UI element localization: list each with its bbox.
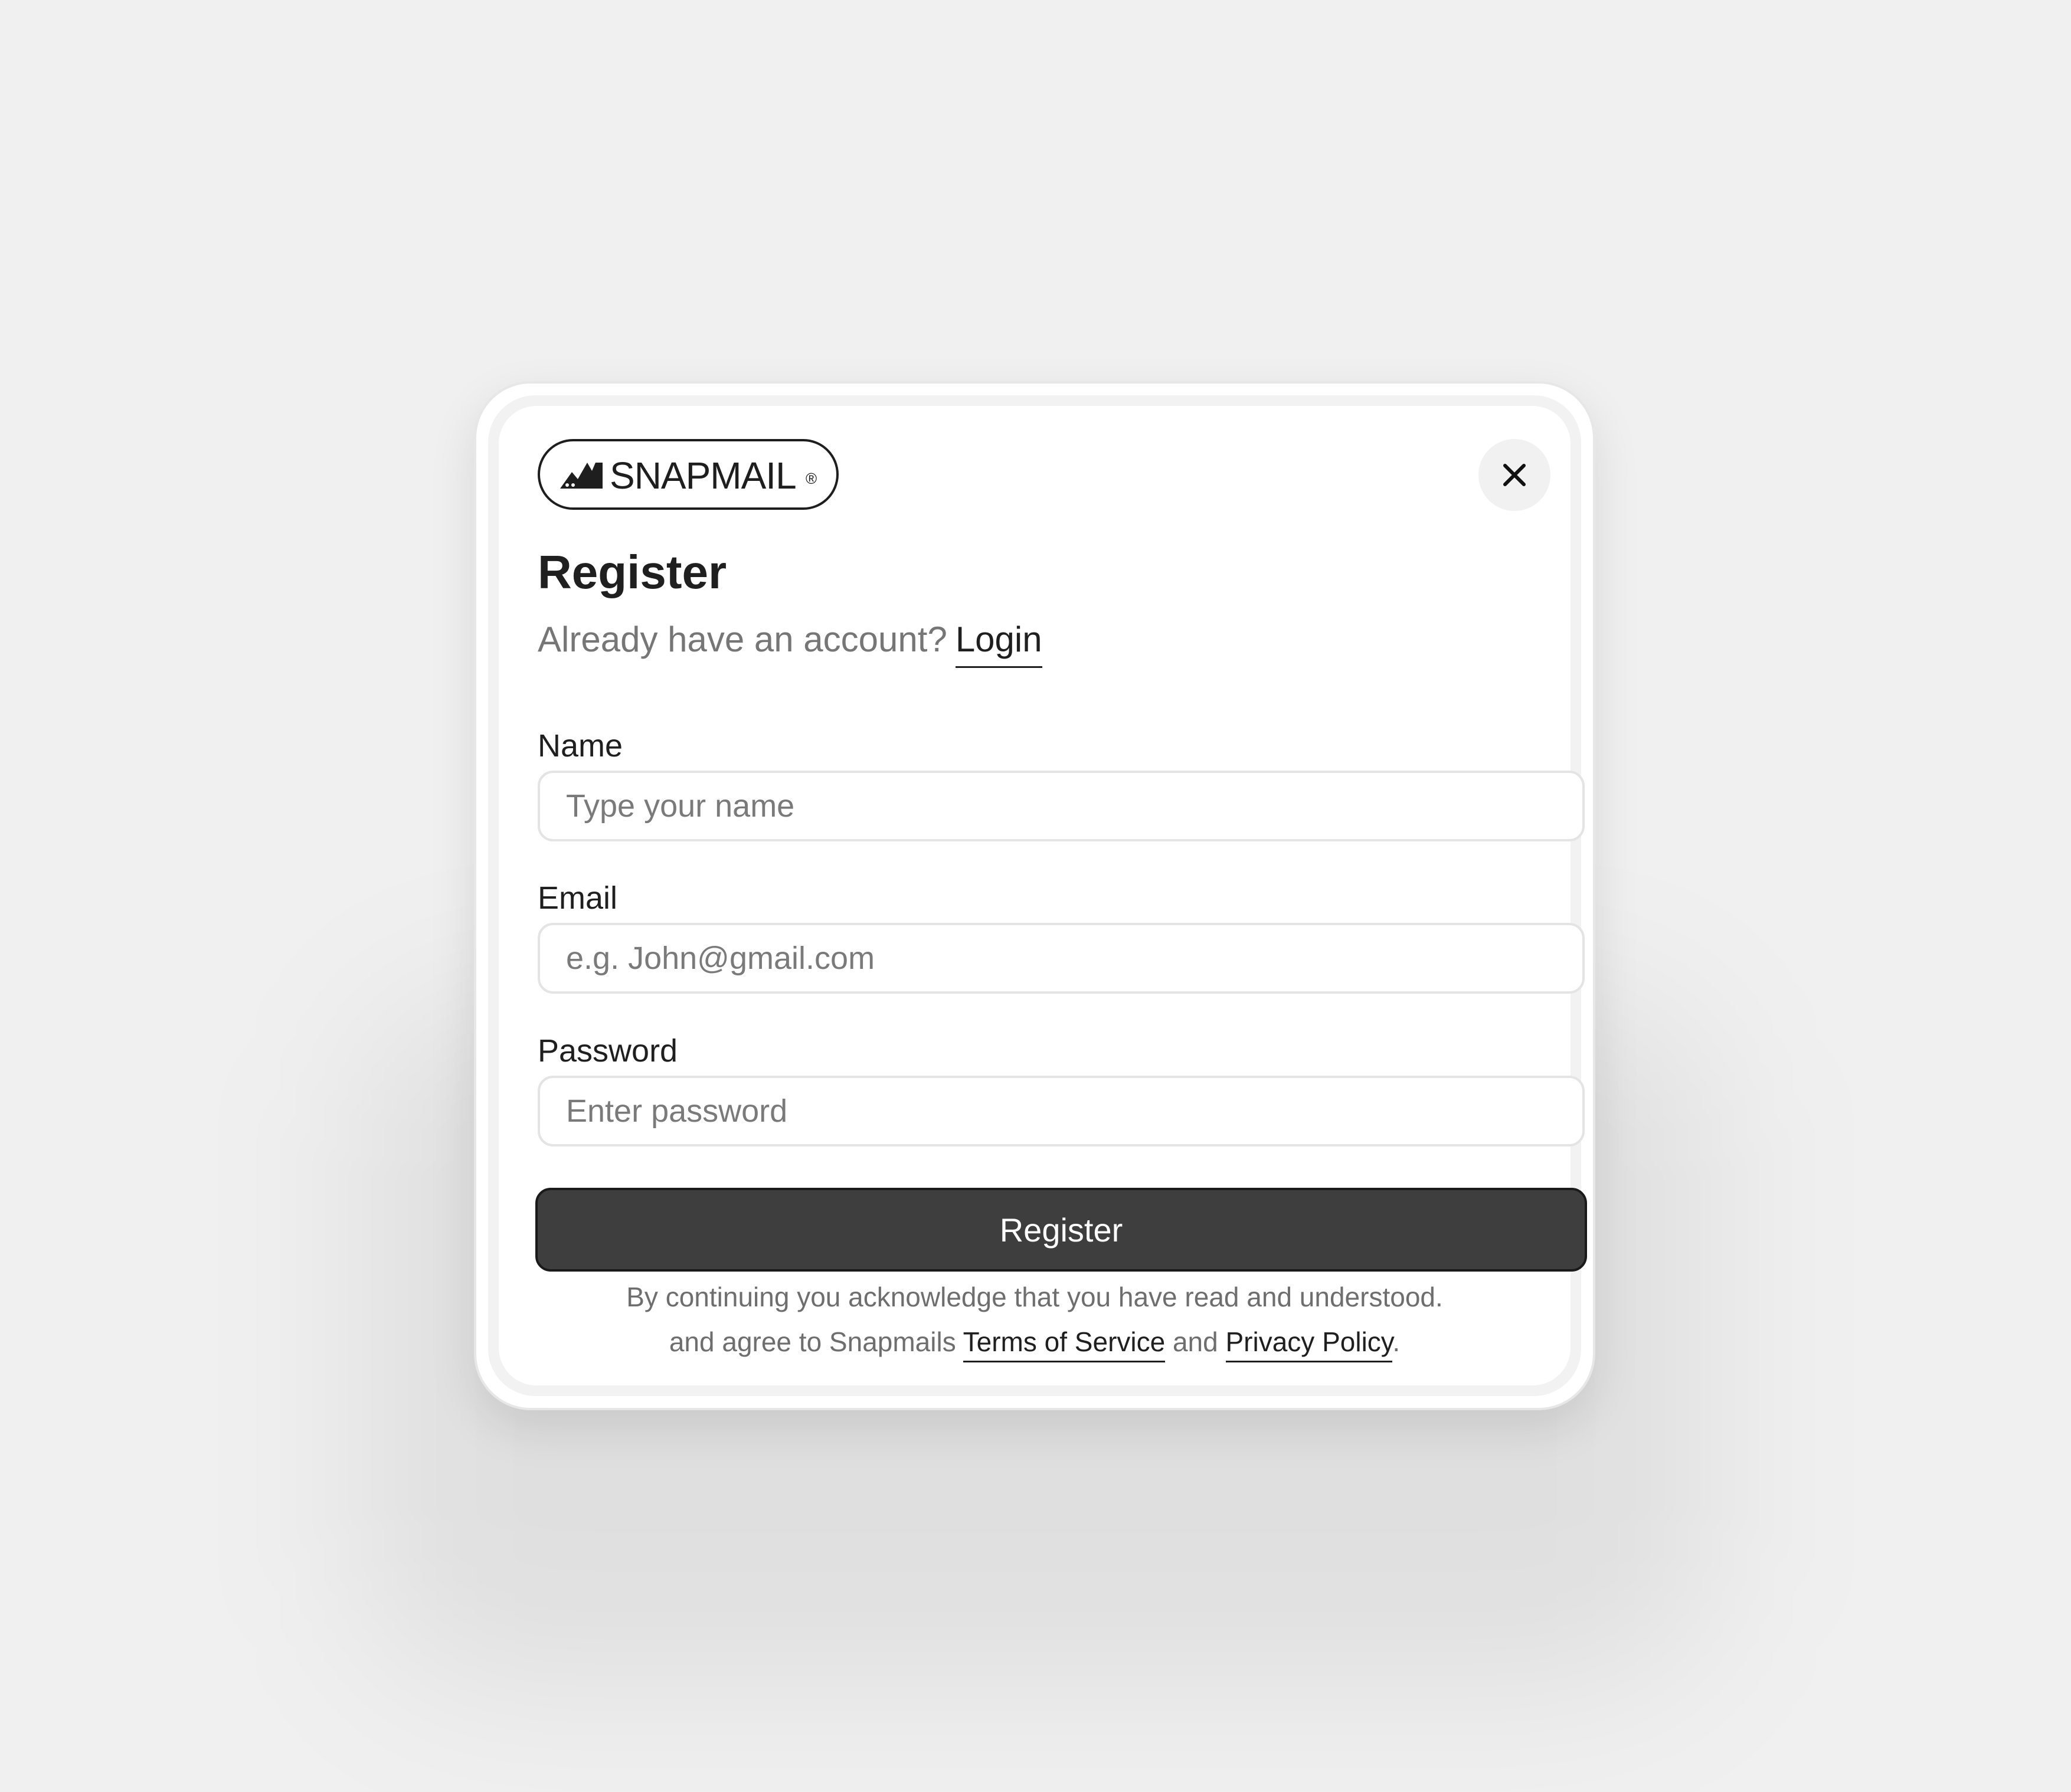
name-label: Name	[538, 728, 623, 764]
modal-content: SNAPMAIL ® Register Already have an acco…	[499, 406, 1587, 1385]
legal-prefix: and agree to Snapmails	[669, 1326, 956, 1357]
brand-name: SNAPMAIL	[610, 454, 797, 497]
name-input[interactable]	[538, 771, 1585, 841]
register-button[interactable]: Register	[535, 1188, 1587, 1272]
legal-suffix: .	[1392, 1326, 1401, 1357]
modal-frame: SNAPMAIL ® Register Already have an acco…	[488, 395, 1587, 1396]
login-prompt-text: Already have an account?	[538, 620, 947, 659]
close-icon	[1503, 464, 1526, 486]
legal-notice-line2: and agree to Snapmails Terms of Service …	[522, 1319, 1547, 1364]
legal-notice-line1: By continuing you acknowledge that you h…	[626, 1282, 1443, 1312]
email-label: Email	[538, 880, 618, 916]
close-button[interactable]	[1478, 439, 1550, 511]
page-title: Register	[538, 546, 727, 598]
snapmail-mountain-logo-icon	[560, 463, 603, 489]
password-input[interactable]	[538, 1076, 1585, 1146]
terms-of-service-link[interactable]: Terms of Service	[963, 1326, 1166, 1362]
login-link[interactable]: Login	[955, 620, 1042, 668]
legal-conjunction: and	[1172, 1326, 1218, 1357]
email-input[interactable]	[538, 923, 1585, 994]
password-label: Password	[538, 1033, 678, 1069]
registered-mark: ®	[806, 470, 817, 487]
snapmail-logo: SNAPMAIL ®	[538, 439, 839, 510]
privacy-policy-link[interactable]: Privacy Policy	[1225, 1326, 1393, 1362]
register-modal: SNAPMAIL ® Register Already have an acco…	[474, 381, 1595, 1410]
legal-notice: By continuing you acknowledge that you h…	[522, 1275, 1547, 1364]
login-prompt: Already have an account? Login	[538, 617, 1042, 668]
